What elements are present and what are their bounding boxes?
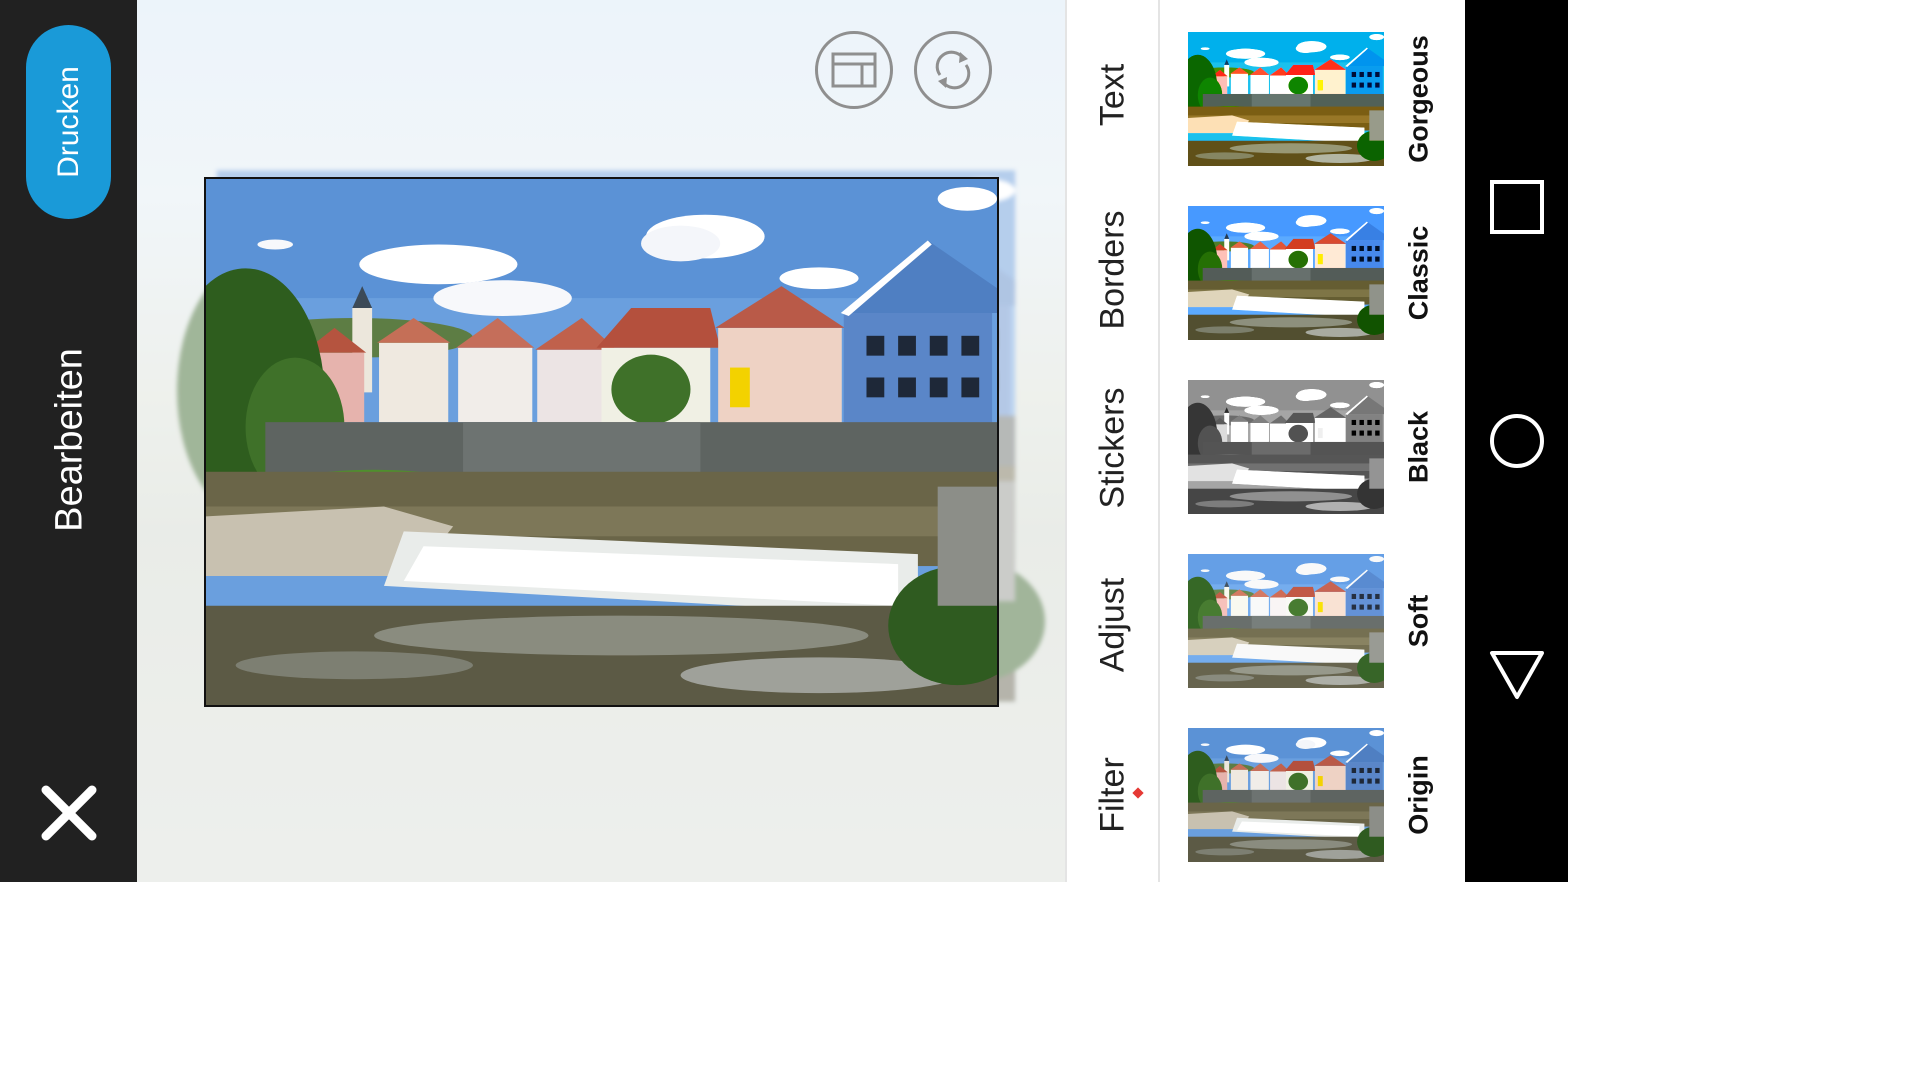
filter-name-label: Classic xyxy=(1403,225,1434,321)
filter-name: Soft xyxy=(1396,554,1442,688)
tab-borders[interactable]: Borders xyxy=(1067,200,1158,340)
tab-filter[interactable]: Filter xyxy=(1067,745,1158,845)
page-title: Bearbeiten xyxy=(20,290,120,590)
filter-name-label: Origin xyxy=(1403,755,1434,835)
rotate-button[interactable] xyxy=(914,31,992,109)
filter-name: Origin xyxy=(1396,728,1442,862)
photo-image xyxy=(206,179,997,705)
filter-thumbnail xyxy=(1188,206,1384,340)
tab-adjust[interactable]: Adjust xyxy=(1067,565,1158,685)
rotate-icon xyxy=(935,50,971,90)
print-button-label: Drucken xyxy=(51,66,85,178)
filter-item-origin[interactable]: Origin xyxy=(1160,728,1465,862)
page-title-label: Bearbeiten xyxy=(48,348,91,532)
filter-name-label: Black xyxy=(1403,410,1434,484)
filter-thumbnail xyxy=(1188,32,1384,166)
tab-stickers[interactable]: Stickers xyxy=(1067,375,1158,520)
filter-thumbnail xyxy=(1188,380,1384,514)
close-icon[interactable] xyxy=(38,782,100,844)
photo-preview-area xyxy=(137,0,1065,882)
filter-list: Gorgeous Classic Black Soft Origin xyxy=(1160,0,1465,882)
filter-name-label: Gorgeous xyxy=(1403,35,1434,163)
left-sidebar: Drucken Bearbeiten xyxy=(0,0,137,882)
filter-item-classic[interactable]: Classic xyxy=(1160,206,1465,340)
tab-text-label: Text xyxy=(1093,63,1131,127)
photo-canvas[interactable] xyxy=(204,177,999,707)
print-button[interactable]: Drucken xyxy=(26,25,111,219)
tab-text[interactable]: Text xyxy=(1067,40,1158,150)
tab-filter-label: Filter xyxy=(1093,757,1131,833)
filter-name: Gorgeous xyxy=(1396,32,1442,166)
filter-name: Black xyxy=(1396,380,1442,514)
layout-button[interactable] xyxy=(815,31,893,109)
filter-name-label: Soft xyxy=(1403,594,1434,648)
filter-thumbnail xyxy=(1188,728,1384,862)
tab-borders-label: Borders xyxy=(1093,210,1131,330)
filter-item-gorgeous[interactable]: Gorgeous xyxy=(1160,32,1465,166)
filter-thumbnail xyxy=(1188,554,1384,688)
layout-icon xyxy=(831,52,877,88)
filter-item-soft[interactable]: Soft xyxy=(1160,554,1465,688)
square-recents-icon[interactable] xyxy=(1487,177,1547,237)
tab-stickers-label: Stickers xyxy=(1093,387,1131,508)
system-navigation-bar xyxy=(1465,0,1568,882)
tab-adjust-label: Adjust xyxy=(1093,577,1131,673)
filter-item-black[interactable]: Black xyxy=(1160,380,1465,514)
edit-tabs: Text Borders Stickers Adjust Filter xyxy=(1065,0,1160,882)
filter-name: Classic xyxy=(1396,206,1442,340)
triangle-back-icon[interactable] xyxy=(1487,645,1547,705)
circle-home-icon[interactable] xyxy=(1487,411,1547,471)
